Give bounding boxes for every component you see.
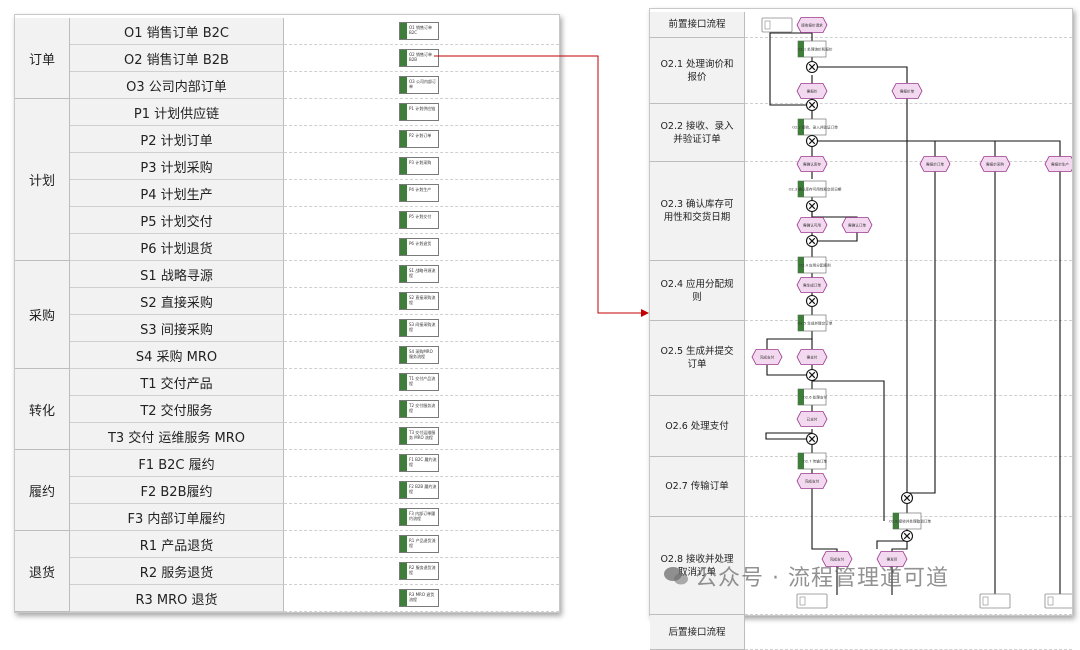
wechat-icon: [663, 565, 689, 587]
watermark-text: 公众号 · 流程管理道可道: [695, 566, 949, 591]
link-arrow: [434, 55, 649, 317]
watermark: 公众号 · 流程管理道可道: [663, 560, 949, 592]
